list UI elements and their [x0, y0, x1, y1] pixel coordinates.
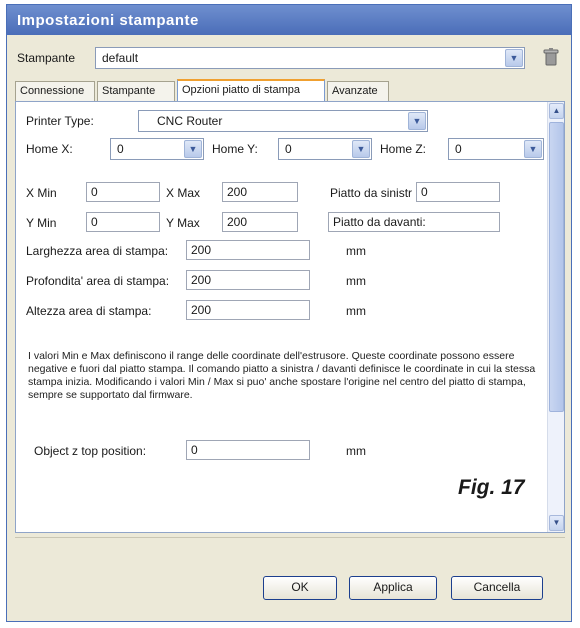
scrollbar-thumb[interactable] — [549, 122, 564, 412]
x-max-label: X Max — [166, 186, 201, 200]
window-title: Impostazioni stampante — [7, 5, 571, 35]
x-min-input[interactable]: 0 — [86, 182, 160, 202]
height-label: Altezza area di stampa: — [26, 304, 152, 318]
tab-stampante[interactable]: Stampante — [97, 81, 175, 101]
x-max-input[interactable]: 200 — [222, 182, 298, 202]
width-unit: mm — [346, 244, 366, 258]
depth-input[interactable]: 200 — [186, 270, 310, 290]
tab-connessione[interactable]: Connessione — [15, 81, 95, 101]
object-z-label: Object z top position: — [34, 444, 147, 458]
figure-caption: Fig. 17 — [458, 476, 525, 499]
depth-unit: mm — [346, 274, 366, 288]
home-y-label: Home Y: — [212, 142, 258, 156]
printer-row: Stampante default ▼ — [15, 45, 565, 71]
bed-front-label: Piatto da davanti: — [333, 215, 426, 229]
home-z-label: Home Z: — [380, 142, 427, 156]
y-min-label: Y Min — [26, 216, 57, 230]
depth-label: Profondita' area di stampa: — [26, 274, 170, 288]
home-x-value: 0 — [117, 142, 124, 156]
printer-label: Stampante — [17, 51, 76, 65]
chevron-down-icon[interactable]: ▼ — [505, 49, 523, 67]
printer-type-label: Printer Type: — [26, 114, 94, 128]
home-z-select[interactable]: 0 ▼ — [448, 138, 544, 160]
y-min-input[interactable]: 0 — [86, 212, 160, 232]
bed-left-input[interactable]: 0 — [416, 182, 500, 202]
object-z-unit: mm — [346, 444, 366, 458]
y-max-input[interactable]: 200 — [222, 212, 298, 232]
printer-select[interactable]: default ▼ — [95, 47, 525, 69]
home-z-value: 0 — [455, 142, 462, 156]
coordinates-info-text: I valori Min e Max definiscono il range … — [28, 350, 536, 401]
scroll-up-icon[interactable]: ▲ — [549, 103, 564, 119]
height-input[interactable]: 200 — [186, 300, 310, 320]
printer-settings-window: Impostazioni stampante Stampante default… — [6, 4, 572, 622]
bed-front-input[interactable]: Piatto da davanti: — [328, 212, 500, 232]
home-x-label: Home X: — [26, 142, 73, 156]
dialog-button-bar: OK Applica Cancella — [15, 537, 565, 617]
bed-options-panel: Printer Type: CNC Router ▼ Home X: 0 ▼ H… — [15, 101, 565, 533]
printer-type-select[interactable]: CNC Router ▼ — [138, 110, 428, 132]
tab-avanzate[interactable]: Avanzate — [327, 81, 389, 101]
object-z-input[interactable]: 0 — [186, 440, 310, 460]
width-input[interactable]: 200 — [186, 240, 310, 260]
tab-opzioni-piatto[interactable]: Opzioni piatto di stampa — [177, 79, 325, 102]
height-unit: mm — [346, 304, 366, 318]
ok-button[interactable]: OK — [263, 576, 337, 600]
scroll-down-icon[interactable]: ▼ — [549, 515, 564, 531]
cancel-button[interactable]: Cancella — [451, 576, 543, 600]
vertical-scrollbar[interactable]: ▲ ▼ — [547, 102, 564, 532]
chevron-down-icon[interactable]: ▼ — [352, 140, 370, 158]
width-label: Larghezza area di stampa: — [26, 244, 169, 258]
home-y-select[interactable]: 0 ▼ — [278, 138, 372, 160]
trash-icon[interactable] — [543, 48, 559, 66]
home-x-select[interactable]: 0 ▼ — [110, 138, 204, 160]
home-y-value: 0 — [285, 142, 292, 156]
bed-left-label: Piatto da sinistr — [330, 186, 413, 200]
printer-type-value: CNC Router — [157, 114, 223, 128]
chevron-down-icon[interactable]: ▼ — [184, 140, 202, 158]
chevron-down-icon[interactable]: ▼ — [524, 140, 542, 158]
y-max-label: Y Max — [166, 216, 200, 230]
chevron-down-icon[interactable]: ▼ — [408, 112, 426, 130]
apply-button[interactable]: Applica — [349, 576, 437, 600]
printer-select-value: default — [102, 51, 139, 65]
x-min-label: X Min — [26, 186, 57, 200]
